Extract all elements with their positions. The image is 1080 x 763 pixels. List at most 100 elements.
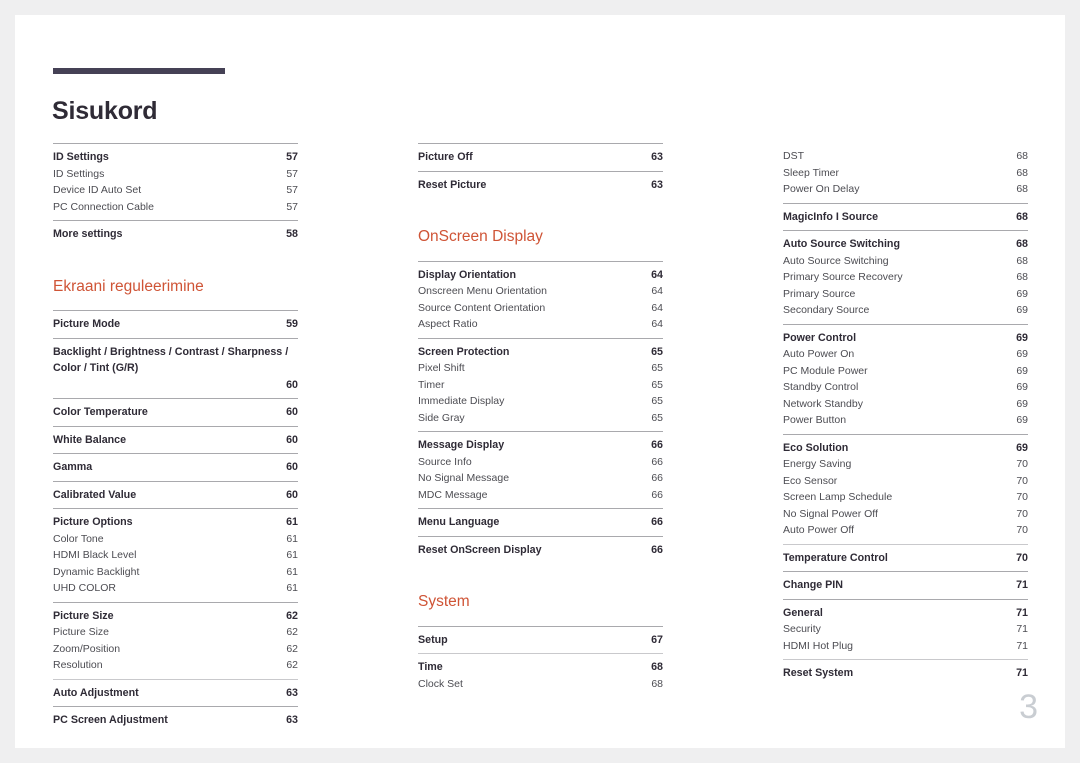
toc-entry-sub[interactable]: Primary Source Recovery 68 bbox=[783, 269, 1028, 286]
toc-entry-main[interactable]: Display Orientation 64 bbox=[418, 267, 663, 284]
toc-entry-sub[interactable]: PC Module Power 69 bbox=[783, 363, 1028, 380]
toc-entry-sub[interactable]: Auto Source Switching 68 bbox=[783, 253, 1028, 270]
toc-entry-main[interactable]: Picture Mode 59 bbox=[53, 316, 298, 333]
toc-entry-sub[interactable]: HDMI Black Level 61 bbox=[53, 547, 298, 564]
toc-entry-label: Auto Power On bbox=[783, 348, 855, 360]
toc-entry-sub[interactable]: Side Gray 65 bbox=[418, 410, 663, 427]
toc-entry-main[interactable]: Menu Language 66 bbox=[418, 514, 663, 531]
toc-entry-main[interactable]: PC Screen Adjustment 63 bbox=[53, 712, 298, 729]
toc-entry-sub[interactable]: Color Tone 61 bbox=[53, 531, 298, 548]
toc-entry-main[interactable]: Time 68 bbox=[418, 659, 663, 676]
toc-entry-sub[interactable]: Onscreen Menu Orientation 64 bbox=[418, 283, 663, 300]
toc-entry-sub[interactable]: Immediate Display 65 bbox=[418, 393, 663, 410]
toc-entry-page: 71 bbox=[1016, 639, 1028, 652]
toc-entry-sub[interactable]: Pixel Shift 65 bbox=[418, 360, 663, 377]
toc-entry-main[interactable]: Temperature Control 70 bbox=[783, 550, 1028, 567]
toc-entry-main[interactable]: Auto Source Switching 68 bbox=[783, 236, 1028, 253]
toc-entry-page: 61 bbox=[286, 532, 298, 545]
toc-entry-page: 69 bbox=[1016, 381, 1028, 393]
toc-entry-main[interactable]: Change PIN 71 bbox=[783, 577, 1028, 594]
toc-entry-sub[interactable]: PC Connection Cable 57 bbox=[53, 199, 298, 216]
toc-entry-sub[interactable]: Picture Size 62 bbox=[53, 624, 298, 641]
toc-entry-main[interactable]: General 71 bbox=[783, 605, 1028, 622]
toc-entry-sub[interactable]: Sleep Timer 68 bbox=[783, 165, 1028, 182]
toc-entry-sub[interactable]: Screen Lamp Schedule 70 bbox=[783, 489, 1028, 506]
toc-entry-sub[interactable]: Primary Source 69 bbox=[783, 286, 1028, 303]
toc-entry-main[interactable]: Eco Solution 69 bbox=[783, 440, 1028, 457]
toc-entry-label: DST bbox=[783, 150, 804, 162]
toc-entry-label: Power On Delay bbox=[783, 183, 860, 195]
toc-entry-sub[interactable]: Aspect Ratio 64 bbox=[418, 316, 663, 333]
toc-entry-main[interactable]: White Balance 60 bbox=[53, 432, 298, 449]
toc-entry-label: Menu Language bbox=[418, 516, 500, 529]
toc-entry-main[interactable]: Reset OnScreen Display 66 bbox=[418, 542, 663, 559]
toc-entry-sub[interactable]: Network Standby 69 bbox=[783, 396, 1028, 413]
toc-entry-label: Standby Control bbox=[783, 381, 859, 393]
toc-entry-page: 69 bbox=[1016, 331, 1028, 344]
toc-group: Time 68 Clock Set 68 bbox=[418, 653, 663, 697]
toc-entry-label: Auto Source Switching bbox=[783, 238, 900, 250]
toc-entry-sub[interactable]: Power On Delay 68 bbox=[783, 181, 1028, 198]
toc-entry-label: Resolution bbox=[53, 659, 103, 672]
toc-entry-sub[interactable]: Security 71 bbox=[783, 621, 1028, 638]
toc-entry-sub[interactable]: ID Settings 57 bbox=[53, 166, 298, 183]
toc-entry-main[interactable]: Message Display 66 bbox=[418, 437, 663, 454]
toc-entry-page: 68 bbox=[1016, 271, 1028, 283]
toc-entry-sub[interactable]: Device ID Auto Set 57 bbox=[53, 182, 298, 199]
toc-entry-page: 70 bbox=[1016, 474, 1028, 487]
toc-entry-sub[interactable]: Zoom/Position 62 bbox=[53, 641, 298, 658]
toc-entry-main[interactable]: Picture Off 63 bbox=[418, 149, 663, 166]
toc-entry-main[interactable]: Gamma 60 bbox=[53, 459, 298, 476]
toc-entry-main[interactable]: Power Control 69 bbox=[783, 330, 1028, 347]
toc-entry-sub[interactable]: No Signal Message 66 bbox=[418, 470, 663, 487]
toc-entry-main[interactable]: MagicInfo I Source 68 bbox=[783, 209, 1028, 226]
toc-entry-sub[interactable]: Power Button 69 bbox=[783, 412, 1028, 429]
toc-entry-sub[interactable]: Resolution 62 bbox=[53, 657, 298, 674]
toc-entry-page: 68 bbox=[1016, 238, 1028, 250]
toc-entry-page: 66 bbox=[651, 472, 663, 485]
toc-entry-main[interactable]: Backlight / Brightness / Contrast / Shar… bbox=[53, 344, 298, 394]
toc-entry-page: 60 bbox=[286, 406, 298, 419]
toc-entry-label: Picture Off bbox=[418, 151, 473, 163]
toc-entry-page: 69 bbox=[1016, 304, 1028, 316]
toc-entry-main[interactable]: Setup 67 bbox=[418, 632, 663, 649]
toc-entry-main[interactable]: ID Settings 57 bbox=[53, 149, 298, 166]
toc-entry-label: Sleep Timer bbox=[783, 166, 840, 179]
toc-entry-sub[interactable]: Clock Set 68 bbox=[418, 676, 663, 693]
toc-entry-label: Color Temperature bbox=[53, 406, 148, 419]
toc-entry-main[interactable]: More settings 58 bbox=[53, 226, 298, 243]
toc-group: Picture Mode 59 bbox=[53, 310, 298, 338]
toc-entry-main[interactable]: Auto Adjustment 63 bbox=[53, 685, 298, 702]
toc-entry-sub[interactable]: Energy Saving 70 bbox=[783, 456, 1028, 473]
toc-entry-page: 61 bbox=[286, 516, 298, 529]
toc-entry-sub[interactable]: Source Content Orientation 64 bbox=[418, 300, 663, 317]
toc-entry-main[interactable]: Reset System 71 bbox=[783, 665, 1028, 682]
toc-entry-sub[interactable]: HDMI Hot Plug 71 bbox=[783, 638, 1028, 655]
toc-entry-label: PC Module Power bbox=[783, 364, 868, 377]
toc-entry-main[interactable]: Calibrated Value 60 bbox=[53, 487, 298, 504]
toc-entry-main[interactable]: Color Temperature 60 bbox=[53, 404, 298, 421]
toc-entry-main[interactable]: Picture Size 62 bbox=[53, 608, 298, 625]
section-heading: System bbox=[418, 593, 470, 611]
toc-entry-main[interactable]: Picture Options 61 bbox=[53, 514, 298, 531]
toc-entry-main[interactable]: Reset Picture 63 bbox=[418, 177, 663, 194]
toc-entry-sub[interactable]: Auto Power On 69 bbox=[783, 346, 1028, 363]
toc-entry-sub[interactable]: Eco Sensor 70 bbox=[783, 473, 1028, 490]
toc-entry-sub[interactable]: Timer 65 bbox=[418, 377, 663, 394]
toc-entry-label: HDMI Hot Plug bbox=[783, 639, 854, 652]
toc-entry-sub[interactable]: DST 68 bbox=[783, 148, 1028, 165]
toc-entry-sub[interactable]: UHD COLOR 61 bbox=[53, 580, 298, 597]
toc-entry-sub[interactable]: Standby Control 69 bbox=[783, 379, 1028, 396]
toc-entry-label: PC Connection Cable bbox=[53, 200, 154, 213]
toc-entry-sub[interactable]: Dynamic Backlight 61 bbox=[53, 564, 298, 581]
toc-entry-page: 64 bbox=[651, 318, 663, 331]
toc-entry-sub[interactable]: Source Info 66 bbox=[418, 454, 663, 471]
toc-entry-sub[interactable]: Auto Power Off 70 bbox=[783, 522, 1028, 539]
toc-group: General 71 Security 71 HDMI Hot Plug 71 bbox=[783, 598, 1028, 660]
toc-entry-sub[interactable]: No Signal Power Off 70 bbox=[783, 506, 1028, 523]
toc-group: Picture Size 62 Picture Size 62 Zoom/Positio… bbox=[53, 601, 298, 679]
toc-entry-sub[interactable]: MDC Message 66 bbox=[418, 487, 663, 504]
toc-entry-page: 62 bbox=[286, 659, 298, 672]
toc-entry-main[interactable]: Screen Protection 65 bbox=[418, 344, 663, 361]
toc-entry-sub[interactable]: Secondary Source 69 bbox=[783, 302, 1028, 319]
